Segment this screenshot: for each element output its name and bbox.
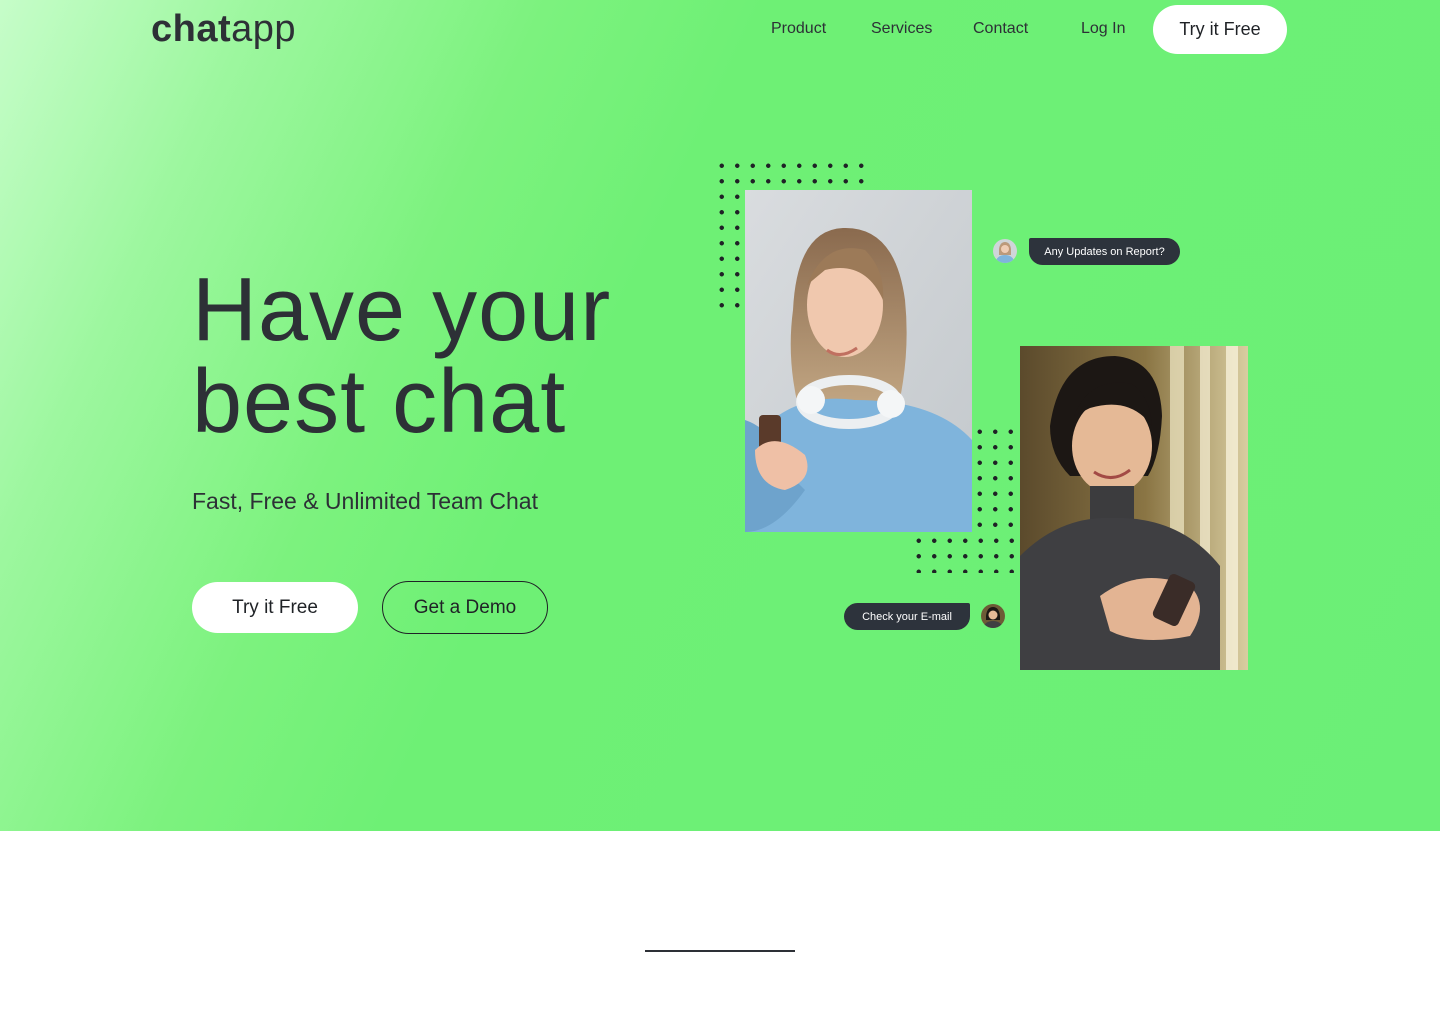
avatar-woman-2-icon <box>981 604 1005 628</box>
headline-line-1: Have your <box>192 260 612 360</box>
photo-woman-turtleneck <box>1020 346 1248 670</box>
hero-subtitle: Fast, Free & Unlimited Team Chat <box>192 488 538 514</box>
nav-link-product[interactable]: Product <box>771 20 826 38</box>
section-divider <box>645 950 795 952</box>
nav-try-free-button[interactable]: Try it Free <box>1153 5 1287 54</box>
get-demo-button[interactable]: Get a Demo <box>382 581 548 634</box>
nav-link-services[interactable]: Services <box>871 20 932 38</box>
logo-text-light: app <box>231 8 297 50</box>
nav-link-login[interactable]: Log In <box>1081 20 1125 38</box>
logo[interactable]: chatapp <box>151 8 296 51</box>
headline-line-2: best chat <box>192 352 567 452</box>
dot-pattern-left <box>714 189 745 313</box>
dot-pattern-bottom <box>911 533 1018 573</box>
dot-pattern-middle <box>972 424 1018 533</box>
chat-bubble-top: Any Updates on Report? <box>1029 238 1180 265</box>
hero-section: chatapp Product Services Contact Log In … <box>0 0 1440 831</box>
dot-pattern-top <box>714 158 869 189</box>
hero-headline: Have your best chat <box>192 264 611 448</box>
nav-link-contact[interactable]: Contact <box>973 20 1028 38</box>
chat-bubble-bottom: Check your E-mail <box>844 603 970 630</box>
photo-woman-headphones <box>745 190 972 532</box>
hero-try-free-button[interactable]: Try it Free <box>192 582 358 633</box>
avatar-woman-1-icon <box>993 239 1017 263</box>
logo-text-bold: chat <box>151 8 232 50</box>
